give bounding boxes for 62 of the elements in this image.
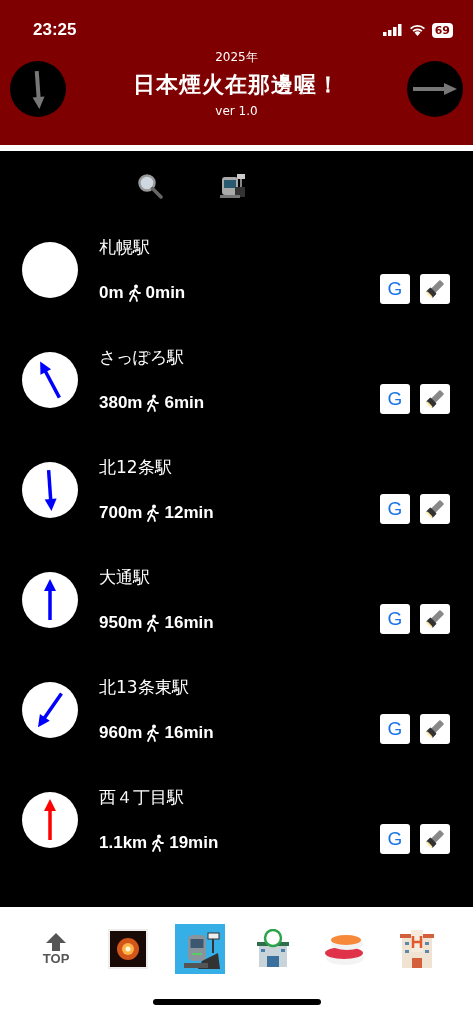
flashlight-button[interactable] [420, 274, 450, 304]
station-name[interactable]: 札幌駅 [99, 235, 380, 259]
flashlight-icon [424, 828, 446, 850]
flashlight-icon [424, 388, 446, 410]
google-button[interactable]: G [380, 824, 410, 854]
distance-text: 960m [99, 722, 143, 743]
flashlight-button[interactable] [420, 714, 450, 744]
flashlight-icon [424, 608, 446, 630]
tab-button[interactable] [175, 924, 226, 974]
google-button[interactable]: G [380, 274, 410, 304]
version-label: ver 1.0 [215, 104, 258, 118]
flashlight-button[interactable] [420, 494, 450, 524]
compass-icon[interactable] [407, 60, 463, 117]
distance-text: 0m [99, 282, 124, 303]
compass-icon [22, 682, 78, 738]
status-time: 23:25 [33, 20, 77, 40]
google-button[interactable]: G [380, 604, 410, 634]
walking-icon [128, 283, 141, 302]
flashlight-button[interactable] [420, 384, 450, 414]
compass-icon [22, 242, 78, 298]
walk-time-text: 16min [164, 612, 214, 633]
flashlight-icon [424, 498, 446, 520]
station-name[interactable]: 北12条駅 [99, 455, 380, 479]
flashlight-icon [424, 278, 446, 300]
wifi-icon [408, 24, 426, 36]
google-button[interactable]: G [380, 714, 410, 744]
flashlight-button[interactable] [420, 604, 450, 634]
battery-level: 69 [431, 22, 453, 38]
flashlight-button[interactable] [420, 824, 450, 854]
walking-icon [152, 833, 165, 852]
flashlight-icon [424, 718, 446, 740]
walk-time-text: 12min [164, 502, 214, 523]
search-icon[interactable] [137, 173, 163, 199]
station-name[interactable]: 西４丁目駅 [99, 785, 380, 809]
station-name[interactable]: 大通駅 [99, 565, 380, 589]
distance-text: 380m [99, 392, 143, 413]
distance-text: 700m [99, 502, 143, 523]
walking-icon [147, 503, 160, 522]
year-label: 2025年 [215, 49, 258, 66]
station-name[interactable]: さっぽろ駅 [99, 345, 380, 369]
walk-time-text: 0min [145, 282, 186, 303]
google-button[interactable]: G [380, 384, 410, 414]
walking-icon [147, 723, 160, 742]
compass-icon[interactable] [10, 60, 66, 117]
compass-icon [22, 462, 78, 518]
ticket-machine-icon[interactable] [219, 173, 247, 199]
up-arrow-icon [46, 932, 67, 951]
compass-icon [22, 352, 78, 408]
walk-time-text: 16min [164, 722, 214, 743]
distance-text: 1.1km [99, 832, 148, 853]
station-name[interactable]: 北13条東駅 [99, 675, 380, 699]
google-button[interactable]: G [380, 494, 410, 524]
compass-icon [22, 792, 78, 848]
distance-text: 950m [99, 612, 143, 633]
app-title: 日本煙火在那邊喔！ [133, 71, 340, 99]
walk-time-text: 6min [164, 392, 205, 413]
top-button[interactable]: TOP [31, 924, 82, 974]
signal-icon [382, 24, 403, 36]
walking-icon [147, 613, 160, 632]
walking-icon [147, 393, 160, 412]
compass-icon [22, 572, 78, 628]
walk-time-text: 19min [169, 832, 219, 853]
